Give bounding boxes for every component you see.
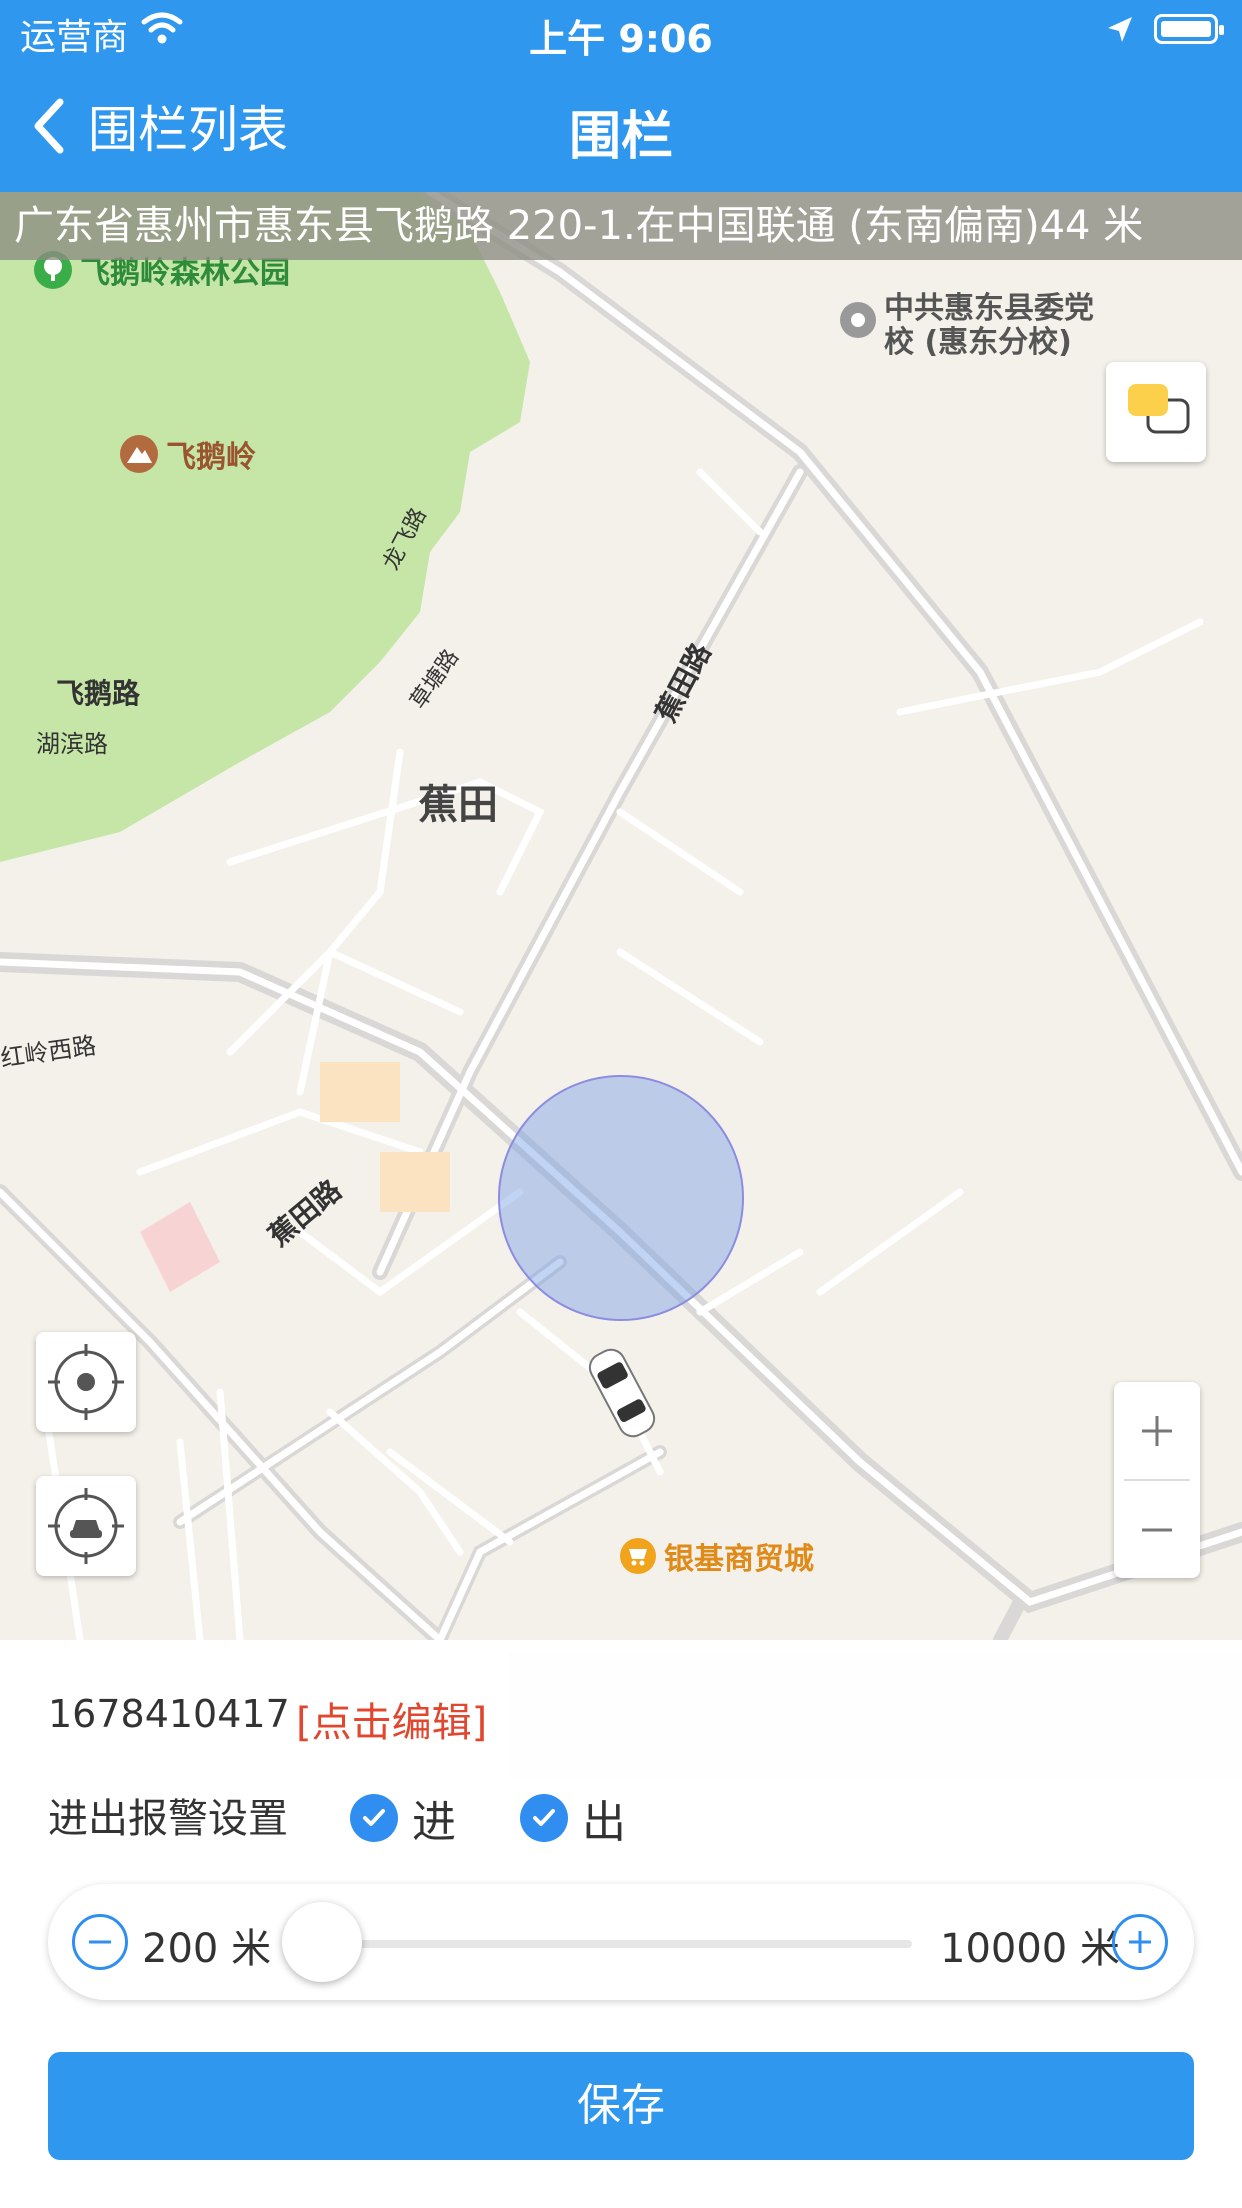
school-label: 中共惠东县委党 校 (惠东分校) <box>884 292 1094 360</box>
car-icon <box>588 1348 656 1438</box>
school-label-line2: 校 (惠东分校) <box>884 325 1072 360</box>
radius-slider-thumb[interactable] <box>282 1902 362 1982</box>
zoom-out-button[interactable] <box>1114 1480 1200 1578</box>
radius-decrease-button[interactable] <box>72 1914 128 1970</box>
check-icon <box>350 1794 398 1842</box>
status-bar: 运营商 上午 9:06 <box>0 0 1242 61</box>
layer-switch-button[interactable] <box>1106 362 1206 462</box>
car-locate-icon <box>48 1488 124 1564</box>
nav-bar: 围栏列表 围栏 <box>0 60 1242 192</box>
zoom-in-button[interactable] <box>1114 1382 1200 1480</box>
zoom-control <box>1114 1382 1200 1578</box>
layers-icon <box>1128 384 1190 434</box>
radius-max-label: 10000 米 <box>940 1926 1120 1972</box>
top-bar: 运营商 上午 9:06 围栏列表 围栏 <box>0 0 1242 192</box>
enter-checkbox[interactable]: 进 <box>350 1786 456 1850</box>
page-title: 围栏 <box>568 107 673 167</box>
place-dot-icon <box>840 302 876 338</box>
edit-link[interactable]: [点击编辑] <box>296 1690 487 1748</box>
locate-me-button[interactable] <box>36 1332 136 1432</box>
locate-car-button[interactable] <box>36 1476 136 1576</box>
road-label-hubin: 湖滨路 <box>36 730 108 758</box>
peak-poi[interactable]: 飞鹅岭 <box>120 432 256 476</box>
radius-min-label: 200 米 <box>142 1926 272 1972</box>
fence-settings-panel: 1678410417 [点击编辑] 进出报警设置 进 出 200 米 10000… <box>0 1640 1242 2208</box>
save-button[interactable]: 保存 <box>48 2052 1194 2160</box>
minus-icon <box>1142 1528 1172 1532</box>
school-poi[interactable]: 中共惠东县委党 校 (惠东分校) <box>840 292 1094 360</box>
address-bar: 广东省惠州市惠东县飞鹅路 220-1.在中国联通 (东南偏南)44 米 <box>0 192 1242 260</box>
market-label: 银基商贸城 <box>664 1542 814 1577</box>
crosshair-icon <box>48 1344 124 1420</box>
battery-icon <box>1154 14 1224 44</box>
map-view[interactable]: 飞鹅岭森林公园 飞鹅岭 中共惠东县委党 校 (惠东分校) 蕉田路 蕉田路 飞鹅路… <box>0 192 1242 1640</box>
location-arrow-icon <box>1104 14 1136 50</box>
plus-icon <box>1142 1416 1172 1446</box>
road-label-feie: 飞鹅路 <box>56 677 141 710</box>
exit-label: 出 <box>582 1797 626 1848</box>
plus-circle-icon <box>1129 1931 1151 1953</box>
exit-checkbox[interactable]: 出 <box>520 1786 626 1850</box>
school-label-line1: 中共惠东县委党 <box>884 291 1094 326</box>
area-label-jiaotian: 蕉田 <box>418 782 498 828</box>
minus-circle-icon <box>89 1940 111 1944</box>
check-icon <box>520 1794 568 1842</box>
enter-label: 进 <box>412 1797 456 1848</box>
market-poi[interactable]: 银基商贸城 <box>620 1534 814 1578</box>
clock: 上午 9:06 <box>529 17 713 61</box>
geofence-circle[interactable] <box>498 1075 744 1321</box>
alarm-settings-label: 进出报警设置 <box>48 1796 288 1842</box>
mountain-icon <box>120 435 158 473</box>
radius-slider-card: 200 米 10000 米 <box>48 1884 1194 2000</box>
device-id: 1678410417 <box>48 1692 290 1736</box>
radius-slider-track[interactable] <box>298 1940 912 1948</box>
peak-label: 飞鹅岭 <box>166 440 256 475</box>
cart-icon <box>620 1538 656 1574</box>
radius-increase-button[interactable] <box>1112 1914 1168 1970</box>
